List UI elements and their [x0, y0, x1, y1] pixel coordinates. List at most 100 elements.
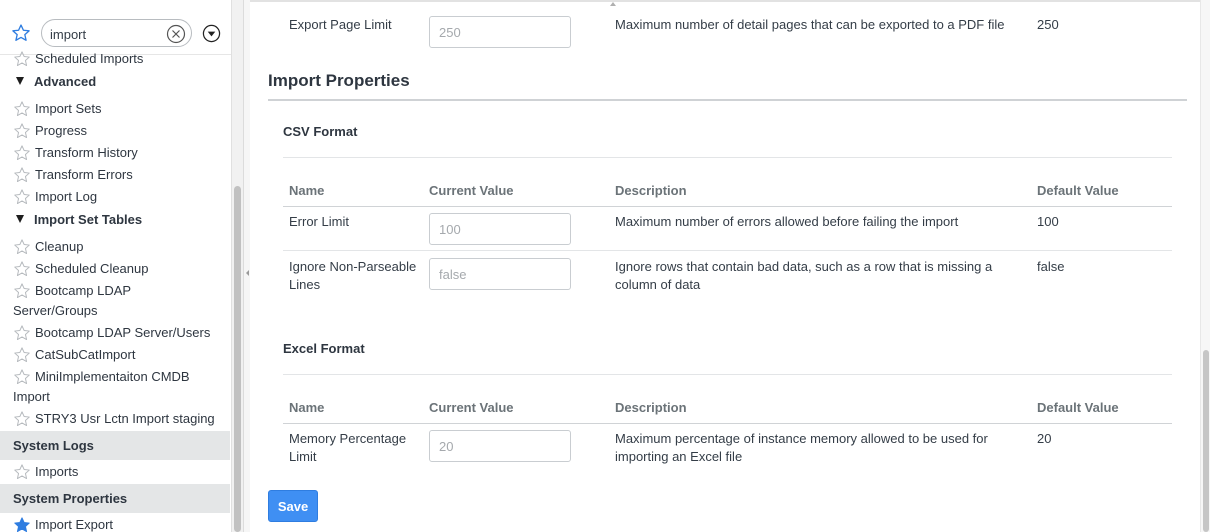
- group-import-set-tables[interactable]: Import Set Tables: [0, 210, 230, 230]
- navigator-scrollbar[interactable]: [231, 0, 243, 532]
- module-progress[interactable]: Progress: [0, 121, 230, 141]
- collapse-all-icon[interactable]: [202, 24, 221, 43]
- favorite-star-icon[interactable]: [13, 100, 31, 118]
- app-window: Scheduled Imports Advanced Import Sets P…: [0, 0, 1210, 532]
- favorite-star-icon[interactable]: [13, 238, 31, 256]
- filter-input[interactable]: [50, 25, 160, 43]
- favorite-star-filled-icon[interactable]: [13, 516, 31, 532]
- filter-navigator[interactable]: [41, 19, 192, 47]
- favorite-star-icon[interactable]: [13, 463, 31, 481]
- module-bootcamp-ldap-groups[interactable]: Bootcamp LDAP Server/Groups: [0, 281, 230, 321]
- divider: [283, 374, 1172, 375]
- module-label: Import Sets: [35, 101, 102, 116]
- module-bootcamp-ldap-users[interactable]: Bootcamp LDAP Server/Users: [0, 323, 230, 343]
- favorite-star-icon[interactable]: [13, 188, 31, 206]
- memory-percentage-limit-field[interactable]: [429, 430, 571, 462]
- csv-format-title: CSV Format: [283, 124, 358, 139]
- module-cleanup[interactable]: Cleanup: [0, 237, 230, 257]
- application-navigator: Scheduled Imports Advanced Import Sets P…: [0, 0, 243, 532]
- column-header-default-value: Default Value: [1037, 400, 1119, 415]
- app-label: System Properties: [13, 491, 128, 506]
- collapse-arrow-icon[interactable]: [246, 270, 249, 276]
- module-label: Import Export: [35, 517, 114, 532]
- navigator-scrollbar-thumb[interactable]: [234, 186, 241, 532]
- property-default: 100: [1037, 214, 1059, 229]
- module-import-log[interactable]: Import Log: [0, 187, 230, 207]
- favorite-star-icon[interactable]: [13, 122, 31, 140]
- navigator-header: [0, 0, 232, 55]
- group-label: Import Set Tables: [34, 212, 143, 227]
- export-page-limit-field[interactable]: [429, 16, 571, 48]
- property-default: 250: [1037, 17, 1059, 32]
- module-import-sets[interactable]: Import Sets: [0, 99, 230, 119]
- module-label-continued: Server/Groups: [13, 303, 98, 318]
- error-limit-input[interactable]: [439, 221, 559, 237]
- favorite-star-icon[interactable]: [13, 346, 31, 364]
- expanded-triangle-icon: [16, 215, 24, 223]
- favorite-star-icon[interactable]: [13, 166, 31, 184]
- module-label: Import Log: [35, 189, 98, 204]
- column-header-description: Description: [615, 400, 687, 415]
- property-default: false: [1037, 259, 1065, 274]
- save-button[interactable]: Save: [268, 490, 318, 522]
- module-imports[interactable]: Imports: [0, 462, 230, 482]
- favorite-star-icon[interactable]: [13, 260, 31, 278]
- memory-percentage-limit-input[interactable]: [439, 438, 559, 454]
- column-header-description: Description: [615, 183, 687, 198]
- module-catsubcatimport[interactable]: CatSubCatImport: [0, 345, 230, 365]
- favorite-star-icon[interactable]: [13, 324, 31, 342]
- property-description-continued: importing an Excel file: [615, 449, 743, 464]
- row-divider: [283, 250, 1172, 251]
- module-label-continued: Import: [13, 389, 50, 404]
- module-label: Imports: [35, 464, 79, 479]
- navigator-splitter[interactable]: [243, 0, 250, 532]
- module-label: MiniImplementaiton CMDB: [35, 369, 190, 384]
- group-advanced[interactable]: Advanced: [0, 72, 230, 92]
- section-title: Import Properties: [268, 71, 410, 90]
- favorite-star-icon[interactable]: [13, 144, 31, 162]
- module-label: Bootcamp LDAP: [35, 283, 132, 298]
- favorites-star-icon[interactable]: [11, 23, 30, 41]
- favorite-star-icon[interactable]: [13, 282, 31, 300]
- module-scheduled-imports[interactable]: Scheduled Imports: [0, 49, 230, 69]
- property-name: Ignore Non-Parseable: [289, 259, 417, 274]
- property-name: Export Page Limit: [289, 17, 392, 32]
- module-label: Transform Errors: [35, 167, 133, 182]
- module-label: Scheduled Imports: [35, 51, 144, 66]
- module-stry3-import-staging[interactable]: STRY3 Usr Lctn Import staging: [0, 409, 230, 429]
- column-header-name: Name: [289, 183, 325, 198]
- favorite-star-icon[interactable]: [13, 50, 31, 68]
- column-header-default-value: Default Value: [1037, 183, 1119, 198]
- module-import-export[interactable]: Import Export: [0, 515, 230, 532]
- property-description: Ignore rows that contain bad data, such …: [615, 259, 993, 274]
- ignore-non-parseable-lines-input[interactable]: [439, 266, 559, 282]
- group-label: Advanced: [34, 74, 97, 89]
- app-label: System Logs: [13, 438, 94, 453]
- module-miniimplementation-cmdb-import[interactable]: MiniImplementaiton CMDB Import: [0, 367, 230, 407]
- module-transform-history[interactable]: Transform History: [0, 143, 230, 163]
- header-divider: [283, 206, 1172, 207]
- favorite-star-icon[interactable]: [13, 410, 31, 428]
- export-page-limit-input[interactable]: [439, 24, 559, 40]
- section-divider: [268, 99, 1187, 101]
- module-label: Scheduled Cleanup: [35, 261, 149, 276]
- app-system-properties[interactable]: System Properties: [0, 484, 230, 513]
- property-name-continued: Lines: [289, 277, 321, 292]
- content-scrollbar[interactable]: [1200, 0, 1210, 532]
- content-scrollbar-thumb[interactable]: [1203, 350, 1209, 532]
- favorite-star-icon[interactable]: [13, 368, 31, 386]
- property-description: Maximum number of errors allowed before …: [615, 214, 959, 229]
- property-name: Memory Percentage: [289, 431, 407, 446]
- module-transform-errors[interactable]: Transform Errors: [0, 165, 230, 185]
- clear-filter-icon[interactable]: [166, 24, 186, 44]
- module-label: STRY3 Usr Lctn Import staging: [35, 411, 215, 426]
- ignore-non-parseable-lines-field[interactable]: [429, 258, 571, 290]
- property-description: Maximum percentage of instance memory al…: [615, 431, 988, 446]
- app-system-logs[interactable]: System Logs: [0, 431, 230, 460]
- module-label: Bootcamp LDAP Server/Users: [35, 325, 211, 340]
- column-header-current-value: Current Value: [429, 183, 514, 198]
- module-label: Cleanup: [35, 239, 84, 254]
- module-label: Transform History: [35, 145, 138, 160]
- module-scheduled-cleanup[interactable]: Scheduled Cleanup: [0, 259, 230, 279]
- error-limit-field[interactable]: [429, 213, 571, 245]
